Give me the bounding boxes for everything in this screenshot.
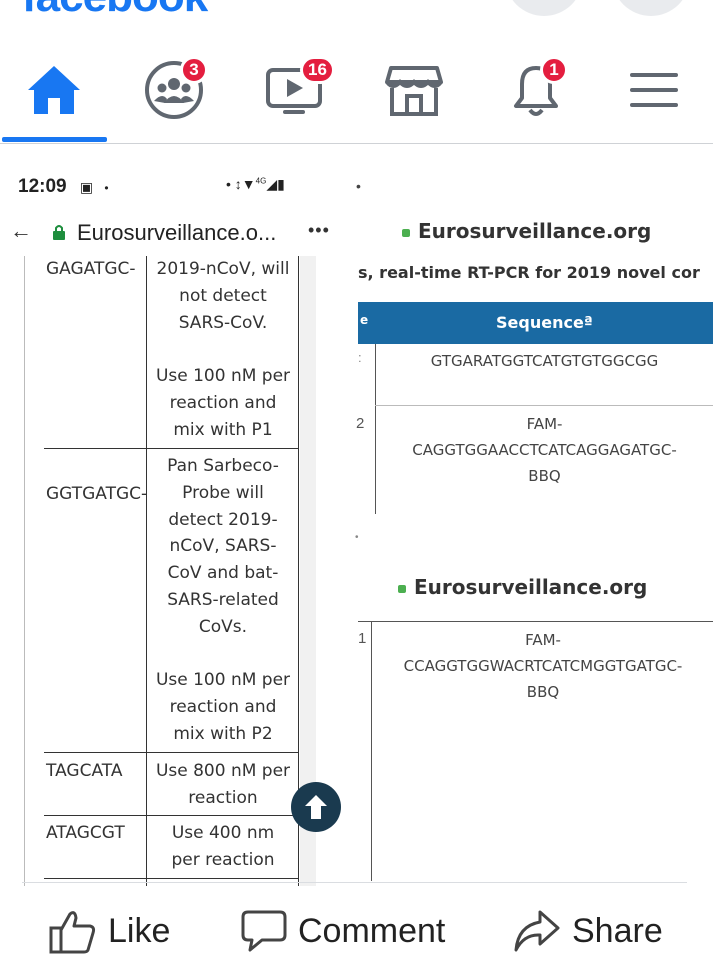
hamburger-icon	[630, 73, 678, 107]
status-time: 12:09	[18, 176, 67, 197]
table-cell-note: Use 800 nM per reaction	[155, 761, 291, 808]
messenger-button[interactable]	[612, 0, 690, 16]
crop-separator	[355, 514, 713, 544]
sequence-cell: FAM- CAGGTGGAACCTCATCAGGAGATGC- BBQ	[412, 415, 677, 485]
image-icon: ▣	[79, 179, 94, 195]
network-type: 4G	[255, 176, 267, 186]
table-header: e Sequenceª	[358, 302, 713, 344]
table-row-divider	[375, 405, 713, 406]
table-cell-note: 2019-nCoV, will not detect SARS-CoV. Use…	[155, 259, 291, 440]
actions-divider	[22, 882, 687, 883]
like-label: Like	[108, 911, 171, 950]
row-label-cut: 1	[358, 630, 367, 647]
sequence-cell: FAM- CCAGGTGGWACRTCATCMGGTGATGC- BBQ	[403, 631, 683, 701]
table-cell-note: Use 400 nm per reaction	[171, 823, 275, 870]
status-bar: 12:09 ▣ • • ↕▼4G◢▮	[18, 176, 348, 198]
table-col-divider	[371, 621, 372, 881]
table-top-border	[358, 621, 713, 622]
lock-icon	[402, 228, 410, 237]
nav-notifications[interactable]: 1	[504, 56, 568, 122]
comment-label: Comment	[298, 911, 446, 950]
nav-groups[interactable]: 3	[142, 56, 208, 122]
table-cell-sequence: TAGCATA	[46, 761, 123, 781]
nav-home[interactable]	[22, 58, 86, 122]
table-cell-note: Pan Sarbeco- Probe will detect 2019- nCo…	[155, 456, 291, 744]
table-row-divider	[44, 815, 298, 816]
more-options-icon[interactable]: •••	[308, 220, 330, 241]
sequence-cell: GTGARATGGTCATGTGTGGCGG	[430, 352, 659, 370]
site-title: Eurosurveillance.org	[398, 575, 647, 599]
dot-icon: •	[356, 178, 361, 194]
table-cell-sequence: GGTGATGC-	[46, 484, 148, 504]
table-col-divider	[146, 256, 147, 886]
nav-marketplace[interactable]	[382, 58, 446, 122]
share-button[interactable]: Share	[512, 908, 663, 954]
nav-divider	[0, 143, 713, 144]
lock-icon	[398, 584, 406, 593]
groups-badge: 3	[180, 56, 208, 84]
like-button[interactable]: Like	[48, 908, 170, 954]
back-arrow-icon[interactable]: ←	[10, 218, 32, 244]
table-header-cut: e	[360, 313, 369, 327]
thumbs-up-icon	[49, 911, 96, 954]
table-row-divider	[44, 752, 298, 753]
table-row-divider	[44, 448, 298, 449]
scroll-to-top-button[interactable]	[291, 782, 341, 832]
site-title-text: Eurosurveillance.org	[418, 219, 652, 243]
site-title-text: Eurosurveillance.org	[414, 575, 648, 599]
arrow-up-icon	[305, 795, 327, 819]
site-title: Eurosurveillance.org	[402, 219, 651, 243]
lock-icon	[52, 224, 66, 245]
table-row-divider	[44, 878, 298, 879]
table-cell-sequence: ATAGCGT	[46, 823, 125, 843]
table-caption: s, real-time RT-PCR for 2019 novel cor	[358, 263, 700, 282]
nav-active-indicator	[2, 137, 107, 142]
signal-icons: • ↕▼4G◢▮	[226, 176, 285, 192]
share-label: Share	[572, 911, 663, 950]
comment-button[interactable]: Comment	[240, 908, 445, 954]
table-cell-sequence: GAGATGC-	[46, 259, 136, 279]
dot-icon: •	[104, 181, 109, 195]
share-icon	[514, 910, 560, 952]
table-header-sequence: Sequenceª	[496, 313, 593, 332]
comment-icon	[241, 910, 287, 952]
facebook-logo: facebook	[22, 0, 208, 22]
dot-icon: •	[355, 532, 359, 543]
watch-badge: 16	[300, 56, 335, 84]
home-icon	[28, 66, 80, 114]
url-text[interactable]: Eurosurveillance.o...	[77, 220, 276, 246]
search-button[interactable]	[505, 0, 583, 16]
row-label-cut: :	[358, 350, 362, 365]
store-icon	[385, 66, 443, 116]
nav-menu[interactable]	[622, 58, 686, 122]
row-label-cut: 2	[356, 415, 365, 432]
nav-watch[interactable]: 16	[262, 56, 335, 122]
notifications-badge: 1	[540, 56, 568, 84]
